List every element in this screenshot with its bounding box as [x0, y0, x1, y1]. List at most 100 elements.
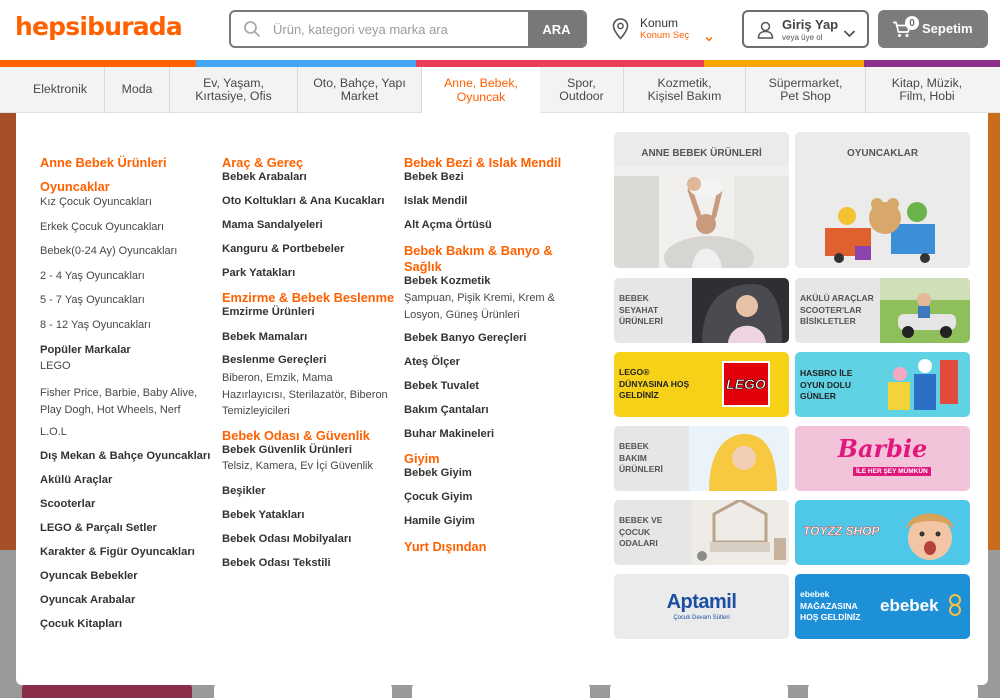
menu-subcategory-link[interactable]: Beslenme Gereçleri [222, 354, 326, 366]
location-pin-icon [612, 18, 629, 45]
menu-item-link[interactable]: 8 - 12 Yaş Oyuncakları [40, 319, 151, 331]
tile-bebek-seyahat[interactable]: BEBEK SEYAHAT ÜRÜNLERİ [614, 278, 789, 343]
menu-category-heading[interactable]: Araç & Gereç [222, 155, 303, 170]
tile-title: ANNE BEBEK ÜRÜNLERİ [641, 148, 762, 159]
mother-baby-illustration [614, 166, 789, 268]
tile-oyuncaklar[interactable]: OYUNCAKLAR [795, 132, 970, 268]
chevron-down-icon [705, 29, 713, 47]
tile-ebebek[interactable]: ebebek MAĞAZASINA HOŞ GELDİNİZ ebebek [795, 574, 970, 639]
menu-subcategory-link[interactable]: Mama Sandalyeleri [222, 219, 323, 231]
menu-item-link[interactable]: Biberon, Emzik, Mama Hazırlayıcısı, Ster… [222, 370, 394, 420]
ebebek-logo: ebebek [880, 596, 939, 615]
menu-item-link[interactable]: 2 - 4 Yaş Oyuncakları [40, 270, 145, 282]
background-card [22, 684, 192, 698]
menu-subcategory-link[interactable]: Karakter & Figür Oyuncakları [40, 546, 195, 558]
tile-barbie[interactable]: Barbie İLE HER ŞEY MÜMKÜN [795, 426, 970, 491]
menu-subcategory-link[interactable]: Beşikler [222, 485, 266, 497]
menu-item-link[interactable]: Telsiz, Kamera, Ev İçi Güvenlik [222, 460, 373, 472]
menu-subcategory-link[interactable]: Scooterlar [40, 498, 95, 510]
menu-subcategory-link[interactable]: Park Yatakları [222, 267, 295, 279]
menu-category-heading[interactable]: Giyim [404, 451, 440, 466]
menu-subcategory-link[interactable]: Bebek Güvenlik Ürünleri [222, 444, 352, 456]
login-button[interactable]: Giriş Yap veya üye ol [742, 10, 869, 48]
background-banner-right [988, 113, 1000, 550]
menu-subcategory-link[interactable]: Bebek Giyim [404, 467, 472, 479]
menu-subcategory-link[interactable]: Islak Mendil [404, 195, 467, 207]
lego-logo: LEGO [722, 361, 770, 407]
toys-illustration [795, 166, 970, 268]
menu-category-heading[interactable]: Bebek Bezi & Islak Mendil [404, 155, 561, 170]
menu-subcategory-link[interactable]: Bebek Arabaları [222, 171, 307, 183]
menu-subcategory-link[interactable]: Akülü Araçlar [40, 474, 112, 486]
tile-anne-bebek-urunleri[interactable]: ANNE BEBEK ÜRÜNLERİ [614, 132, 789, 268]
tile-akulu-araclar[interactable]: AKÜLÜ ARAÇLAR SCOOTER'LAR BİSİKLETLER [795, 278, 970, 343]
menu-subcategory-link[interactable]: Alt Açma Örtüsü [404, 219, 492, 231]
menu-item-link[interactable]: 5 - 7 Yaş Oyuncakları [40, 294, 145, 306]
menu-subcategory-link[interactable]: Çocuk Giyim [404, 491, 472, 503]
nav-item-kozmetik[interactable]: Kozmetik, Kişisel Bakım [624, 67, 746, 113]
tile-toyzz-shop[interactable]: TOYZZ SHOP [795, 500, 970, 565]
child-surprised-illustration [906, 513, 954, 560]
search-icon [243, 20, 261, 43]
menu-category-heading[interactable]: Anne Bebek Ürünleri [40, 155, 167, 170]
menu-subcategory-link[interactable]: Oyuncak Bebekler [40, 570, 138, 582]
nav-item-spor[interactable]: Spor, Outdoor [540, 67, 624, 113]
search-input[interactable] [273, 12, 523, 46]
menu-subcategory-link[interactable]: Bebek Yatakları [222, 509, 305, 521]
ebebek-pacifier-icon [949, 594, 961, 616]
nav-item-anne-bebek[interactable]: Anne, Bebek, Oyuncak [422, 67, 540, 114]
menu-item-link[interactable]: L.O.L [40, 426, 67, 438]
hepsiburada-logo[interactable]: hepsiburada [15, 12, 183, 41]
menu-subcategory-link[interactable]: Bebek Odası Tekstili [222, 557, 331, 569]
menu-subcategory-link[interactable]: Emzirme Ürünleri [222, 306, 315, 318]
nav-item-ev-yasam[interactable]: Ev, Yaşam, Kırtasiye, Ofis [170, 67, 298, 113]
nav-item-kitap[interactable]: Kitap, Müzik, Film, Hobi [866, 67, 988, 113]
menu-subcategory-link[interactable]: Buhar Makineleri [404, 428, 494, 440]
menu-item-link[interactable]: Erkek Çocuk Oyuncakları [40, 221, 164, 233]
location-selector[interactable]: Konum Konum Seç [612, 15, 722, 45]
menu-category-heading[interactable]: Oyuncaklar [40, 179, 110, 194]
tile-bebek-cocuk-odalari[interactable]: BEBEK VE ÇOCUK ODALARI [614, 500, 789, 565]
menu-subcategory-link[interactable]: Ateş Ölçer [404, 356, 460, 368]
menu-subcategory-link[interactable]: Bebek Kozmetik [404, 275, 490, 287]
kids-room-illustration [692, 500, 789, 565]
menu-subcategory-link[interactable]: Popüler Markalar [40, 344, 131, 356]
menu-subcategory-link[interactable]: Oyuncak Arabalar [40, 594, 135, 606]
menu-subcategory-link[interactable]: Bebek Bezi [404, 171, 464, 183]
tile-bebek-bakim[interactable]: BEBEK BAKIM ÜRÜNLERİ [614, 426, 789, 491]
menu-subcategory-link[interactable]: Çocuk Kitapları [40, 618, 122, 630]
menu-subcategory-link[interactable]: Bebek Banyo Gereçleri [404, 332, 527, 344]
nav-item-supermarket[interactable]: Süpermarket, Pet Shop [746, 67, 866, 113]
menu-item-link[interactable]: Bebek(0-24 Ay) Oyuncakları [40, 245, 177, 257]
nav-item-oto-bahce[interactable]: Oto, Bahçe, Yapı Market [298, 67, 422, 113]
menu-subcategory-link[interactable]: Hamile Giyim [404, 515, 475, 527]
menu-category-heading[interactable]: Bebek Odası & Güvenlik [222, 428, 370, 443]
menu-subcategory-link[interactable]: Oto Koltukları & Ana Kucakları [222, 195, 384, 207]
cart-button[interactable]: 0 Sepetim [878, 10, 988, 48]
menu-category-heading[interactable]: Yurt Dışından [404, 539, 486, 554]
brand-stripe-purple [864, 60, 1000, 67]
nav-item-moda[interactable]: Moda [105, 67, 170, 113]
tile-hasbro[interactable]: HASBRO İLE OYUN DOLU GÜNLER [795, 352, 970, 417]
tile-lego[interactable]: LEGO® DÜNYASINA HOŞ GELDİNİZ LEGO [614, 352, 789, 417]
menu-item-link[interactable]: Kız Çocuk Oyuncakları [40, 196, 152, 208]
menu-subcategory-link[interactable]: Bebek Mamaları [222, 331, 307, 343]
menu-item-link[interactable]: LEGO [40, 360, 71, 372]
nav-item-elektronik[interactable]: Elektronik [16, 67, 105, 113]
menu-category-heading[interactable]: Bebek Bakım & Banyo & Sağlık [404, 243, 564, 275]
menu-subcategory-link[interactable]: Dış Mekan & Bahçe Oyuncakları [40, 450, 210, 462]
menu-item-link[interactable]: Fisher Price, Barbie, Baby Alive, Play D… [40, 385, 212, 418]
background-card [808, 684, 978, 698]
tile-aptamil[interactable]: Aptamil Çocuk Devam Sütleri [614, 574, 789, 639]
background-banner-left [0, 113, 16, 550]
search-button[interactable]: ARA [528, 12, 585, 46]
kids-ride-on-car-illustration [880, 278, 970, 343]
barbie-tagline: İLE HER ŞEY MÜMKÜN [853, 467, 931, 476]
menu-subcategory-link[interactable]: Bakım Çantaları [404, 404, 489, 416]
menu-category-heading[interactable]: Emzirme & Bebek Beslenme [222, 290, 394, 305]
menu-subcategory-link[interactable]: LEGO & Parçalı Setler [40, 522, 157, 534]
menu-subcategory-link[interactable]: Bebek Odası Mobilyaları [222, 533, 351, 545]
menu-subcategory-link[interactable]: Kanguru & Portbebeler [222, 243, 344, 255]
menu-item-link[interactable]: Şampuan, Pişik Kremi, Krem & Losyon, Gün… [404, 290, 564, 323]
menu-subcategory-link[interactable]: Bebek Tuvalet [404, 380, 479, 392]
